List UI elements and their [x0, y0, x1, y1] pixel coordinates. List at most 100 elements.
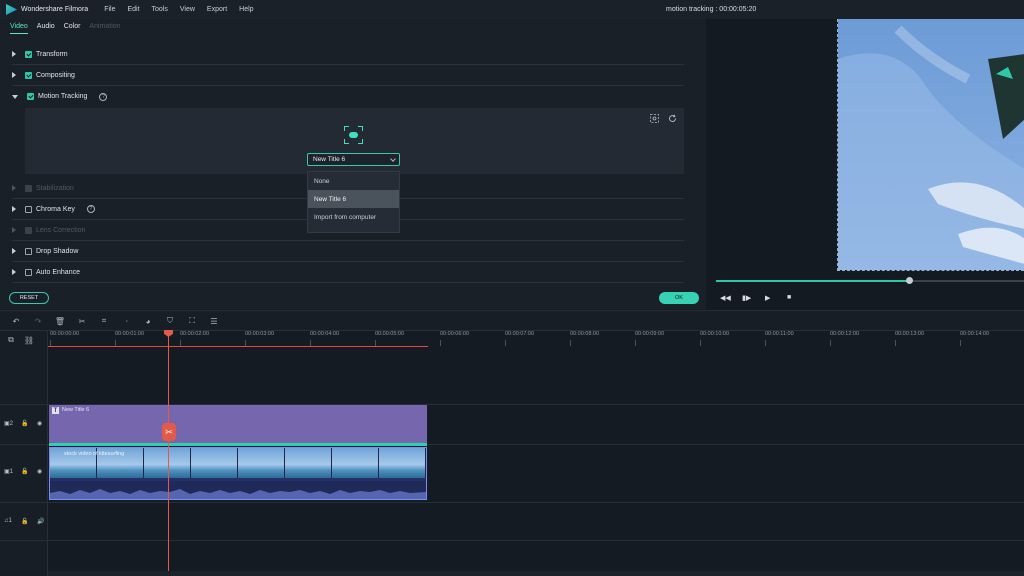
- project-title: motion tracking : 00:00:05:20: [666, 6, 757, 13]
- ruler-tick: 00:00:09:00: [635, 331, 665, 346]
- app-name: Wondershare Filmora: [21, 6, 89, 13]
- section-auto-enhance[interactable]: Auto Enhance: [12, 262, 684, 283]
- compositing-checkbox[interactable]: [25, 71, 32, 79]
- dropdown-menu: None New Title 6 Import from computer: [307, 171, 400, 233]
- lock-icon[interactable]: 🔓: [21, 468, 28, 475]
- ruler-tick: 00:00:01:00: [115, 331, 145, 346]
- collapse-arrow-icon[interactable]: [12, 94, 18, 99]
- drop-shadow-checkbox[interactable]: [25, 247, 32, 255]
- dropdown-selected: New Title 6: [313, 156, 346, 163]
- timeline-scrollbar[interactable]: [48, 571, 1024, 576]
- help-icon[interactable]: ?: [99, 92, 108, 101]
- playhead-line[interactable]: [168, 331, 169, 576]
- ruler-tick: 00:00:00:00: [50, 331, 80, 346]
- expand-arrow-icon[interactable]: [12, 206, 16, 212]
- expand-arrow-icon[interactable]: [12, 248, 16, 254]
- start-tracking-icon[interactable]: [344, 126, 363, 144]
- track-divider: [0, 502, 1024, 503]
- motion-tracking-indicator: [49, 443, 427, 446]
- preview-scrubber-progress: [716, 280, 909, 282]
- speed-icon: ◔: [123, 316, 129, 326]
- speaker-icon[interactable]: 🔊: [37, 518, 44, 525]
- tab-audio[interactable]: Audio: [37, 23, 55, 34]
- section-label: Compositing: [36, 71, 75, 79]
- menu-file[interactable]: File: [104, 6, 115, 13]
- link-icon[interactable]: ⛓: [24, 335, 34, 345]
- ruler-tick: 00:00:14:00: [960, 331, 990, 346]
- play-icon[interactable]: ▶: [765, 294, 770, 302]
- section-label: Motion Tracking: [38, 93, 88, 100]
- split-scissors-icon[interactable]: ✂: [162, 423, 176, 441]
- video-clip[interactable]: stock video of kitesurfing: [49, 447, 427, 500]
- time-ruler[interactable]: 00:00:00:00 00:00:01:00 00:00:02:00 00:0…: [48, 331, 1024, 347]
- lock-icon[interactable]: 🔓: [21, 518, 28, 525]
- preview-video[interactable]: [837, 19, 1024, 271]
- expand-arrow-icon: [12, 185, 16, 191]
- ruler-tick: 00:00:12:00: [830, 331, 860, 346]
- video-track-1-icon: ▣1: [4, 469, 14, 475]
- timeline-toolbar: [0, 310, 1024, 331]
- tab-video[interactable]: Video: [10, 23, 28, 34]
- reset-tracking-icon[interactable]: [667, 113, 677, 123]
- tracking-target-dropdown[interactable]: New Title 6: [307, 153, 400, 166]
- tab-color[interactable]: Color: [64, 23, 81, 34]
- color-icon[interactable]: ◕: [143, 316, 153, 326]
- section-label: Auto Enhance: [36, 268, 80, 276]
- step-back-icon[interactable]: ▮▶: [742, 294, 751, 302]
- menu-tools[interactable]: Tools: [152, 6, 168, 13]
- undo-icon[interactable]: ↶: [11, 316, 21, 326]
- motion-tracking-checkbox[interactable]: [27, 93, 34, 100]
- section-label: Transform: [36, 50, 68, 58]
- eye-icon[interactable]: ◉: [37, 420, 42, 427]
- ruler-tick: 00:00:08:00: [570, 331, 600, 346]
- cut-icon[interactable]: ✂: [77, 316, 87, 326]
- section-transform[interactable]: Transform: [12, 44, 684, 65]
- section-motion-tracking[interactable]: Motion Tracking ?: [12, 86, 684, 107]
- expand-arrow-icon[interactable]: [12, 51, 16, 57]
- transform-checkbox[interactable]: [25, 50, 32, 58]
- title-clip-name: New Title 6: [62, 407, 90, 413]
- section-compositing[interactable]: Compositing: [12, 65, 684, 86]
- track-area-icon[interactable]: [649, 113, 659, 123]
- auto-enhance-checkbox[interactable]: [25, 268, 32, 276]
- lock-icon[interactable]: 🔓: [21, 420, 28, 427]
- section-label: Lens Correction: [36, 226, 86, 234]
- menu-export[interactable]: Export: [207, 6, 227, 13]
- menu-view[interactable]: View: [180, 6, 195, 13]
- video-clip-name: stock video of kitesurfing: [64, 451, 125, 457]
- add-track-icon[interactable]: ⧉: [6, 335, 16, 345]
- ruler-tick: 00:00:06:00: [440, 331, 470, 346]
- reset-button[interactable]: RESET: [9, 292, 49, 304]
- section-drop-shadow[interactable]: Drop Shadow: [12, 241, 684, 262]
- preview-scrubber-handle[interactable]: [906, 277, 913, 284]
- clip-audio-waveform: [50, 481, 426, 499]
- section-label: Drop Shadow: [36, 247, 79, 255]
- marker-icon[interactable]: ⛉: [165, 316, 175, 326]
- dropdown-option-new-title[interactable]: New Title 6: [308, 190, 399, 208]
- motion-tracking-icon[interactable]: ⛶: [187, 316, 197, 326]
- project-duration-bar: [48, 346, 428, 347]
- previous-frame-icon[interactable]: ◀◀: [720, 294, 731, 302]
- ok-button[interactable]: OK: [659, 292, 699, 304]
- expand-arrow-icon[interactable]: [12, 269, 16, 275]
- menu-edit[interactable]: Edit: [127, 6, 139, 13]
- title-clip[interactable]: T New Title 6: [49, 405, 427, 443]
- delete-icon[interactable]: 🗑: [55, 316, 65, 326]
- dropdown-option-import[interactable]: Import from computer: [308, 208, 399, 226]
- ruler-tick: 00:00:05:00: [375, 331, 405, 346]
- dropdown-option-none[interactable]: None: [308, 172, 399, 190]
- stop-icon[interactable]: ■: [787, 294, 791, 301]
- menu-help[interactable]: Help: [239, 6, 253, 13]
- tab-animation: Animation: [89, 23, 121, 30]
- ruler-tick: 00:00:02:00: [180, 331, 210, 346]
- chroma-key-checkbox[interactable]: [25, 205, 32, 213]
- filmora-logo-icon: [6, 4, 17, 15]
- menu-bar: File Edit Tools View Export Help: [104, 6, 265, 13]
- video-track-2-icon: ▣2: [4, 421, 14, 427]
- crop-icon[interactable]: ⌗: [99, 316, 109, 326]
- audio-adjust-icon[interactable]: ☰: [209, 316, 219, 326]
- expand-arrow-icon[interactable]: [12, 72, 16, 78]
- eye-icon[interactable]: ◉: [37, 468, 42, 475]
- help-icon[interactable]: ?: [86, 205, 95, 213]
- section-label: Stabilization: [36, 184, 74, 192]
